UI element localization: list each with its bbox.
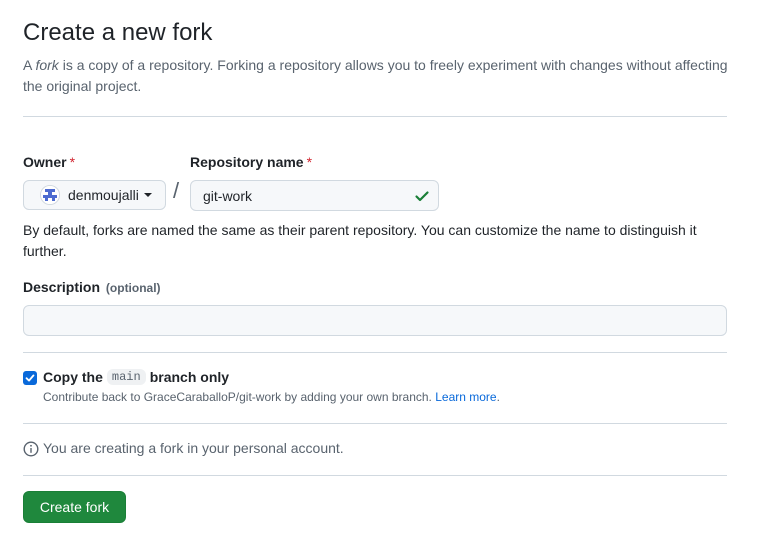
copy-label-suffix: branch only <box>149 369 230 385</box>
create-fork-button[interactable]: Create fork <box>23 491 126 523</box>
intro-fork-emphasis: fork <box>35 57 59 73</box>
repository-name-label-text: Repository name <box>190 154 304 170</box>
section-divider-2 <box>23 423 727 424</box>
owner-name: denmoujalli <box>68 187 139 203</box>
copy-branch-help: Contribute back to GraceCaraballoP/git-w… <box>43 390 500 404</box>
owner-required-mark: * <box>69 154 76 170</box>
description-label: Description (optional) <box>23 279 161 295</box>
identicon-avatar-icon <box>40 185 60 205</box>
checkmark-icon <box>25 374 35 382</box>
copy-branch-help-end: . <box>496 390 500 404</box>
repository-name-label: Repository name * <box>190 154 312 170</box>
page-title: Create a new fork <box>23 19 213 46</box>
repository-name-input[interactable] <box>190 180 439 211</box>
check-icon <box>414 188 430 209</box>
intro-prefix: A <box>23 57 36 73</box>
copy-main-branch-checkbox[interactable] <box>23 371 37 385</box>
info-icon <box>23 441 39 462</box>
description-label-text: Description <box>23 279 101 295</box>
fork-account-info: You are creating a fork in your personal… <box>43 440 344 456</box>
section-divider-3 <box>23 475 727 476</box>
owner-select-button[interactable]: denmoujalli <box>23 180 166 210</box>
optional-tag: (optional) <box>105 281 161 295</box>
section-divider <box>23 352 727 353</box>
copy-branch-help-text: Contribute back to GraceCaraballoP/git-w… <box>43 390 432 404</box>
repository-required-mark: * <box>306 154 313 170</box>
owner-label: Owner * <box>23 154 75 170</box>
header-divider <box>23 116 727 117</box>
owner-label-text: Owner <box>23 154 67 170</box>
owner-repo-separator: / <box>173 178 180 203</box>
chevron-down-icon <box>143 193 152 197</box>
intro-suffix: is a copy of a repository. Forking a rep… <box>23 57 728 94</box>
repository-name-help: By default, forks are named the same as … <box>23 222 697 259</box>
copy-label-prefix: Copy the <box>43 369 103 385</box>
description-input[interactable] <box>23 305 727 336</box>
copy-main-branch-label[interactable]: Copy the main branch only <box>43 369 229 385</box>
learn-more-link[interactable]: Learn more <box>435 390 496 404</box>
page-intro: A fork is a copy of a repository. Forkin… <box>23 55 738 97</box>
branch-code-tag: main <box>106 369 146 385</box>
